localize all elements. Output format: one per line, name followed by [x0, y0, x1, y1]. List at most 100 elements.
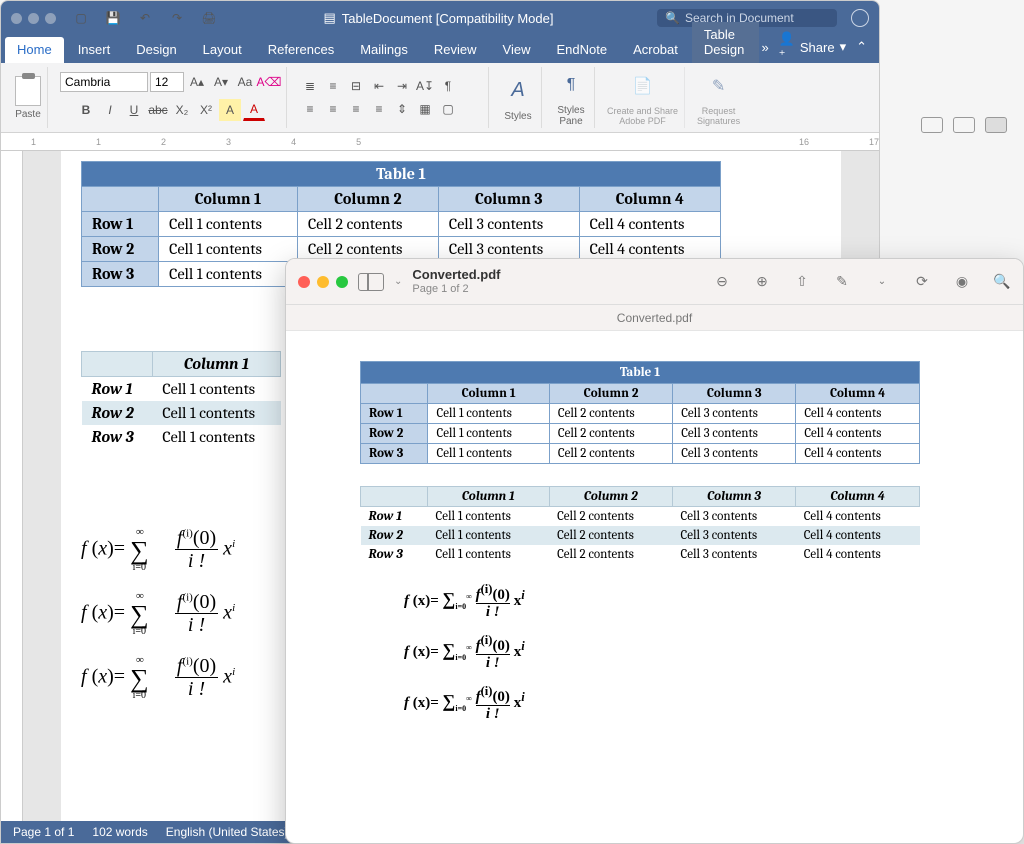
create-pdf-button[interactable]: 📄 [626, 69, 660, 103]
change-case-icon[interactable]: Aa [234, 71, 256, 93]
markup-icon[interactable]: ✎ [833, 273, 851, 291]
font-name-select[interactable] [60, 72, 148, 92]
share-button[interactable]: 👤⁺ Share ▾ [779, 31, 846, 63]
paragraph-group: ≣ ≡ ⊟ ⇤ ⇥ A↧ ¶ ≡ ≡ ≡ ≡ ⇕ ▦ ▢ [293, 67, 489, 128]
status-page[interactable]: Page 1 of 1 [13, 825, 74, 839]
tab-design[interactable]: Design [124, 37, 188, 63]
zoom-in-icon[interactable]: ⊕ [753, 273, 771, 291]
undo-icon[interactable]: ↶ [134, 7, 156, 29]
decrease-indent-icon[interactable]: ⇤ [368, 75, 390, 97]
tab-endnote[interactable]: EndNote [544, 37, 619, 63]
word-table-2[interactable]: Column 1 Row 1Cell 1 contents Row 2Cell … [81, 351, 281, 449]
preview-page-count: Page 1 of 2 [412, 283, 500, 296]
redo-icon[interactable]: ↷ [166, 7, 188, 29]
col-header: Column 3 [438, 187, 579, 212]
tab-overflow-icon[interactable]: » [761, 40, 768, 55]
line-spacing-icon[interactable]: ⇕ [391, 98, 413, 120]
tab-references[interactable]: References [256, 37, 346, 63]
strike-button[interactable]: abc [147, 99, 169, 121]
request-sig-button[interactable]: ✎ [702, 69, 736, 103]
tab-insert[interactable]: Insert [66, 37, 123, 63]
tab-mailings[interactable]: Mailings [348, 37, 420, 63]
chevron-down-icon[interactable]: ⌄ [873, 273, 891, 291]
window-controls[interactable] [11, 13, 56, 24]
bold-button[interactable]: B [75, 99, 97, 121]
styles-pane-button[interactable]: ¶ [554, 68, 588, 102]
tab-review[interactable]: Review [422, 37, 489, 63]
justify-icon[interactable]: ≡ [368, 98, 390, 120]
tab-home[interactable]: Home [5, 37, 64, 63]
request-sig-label: Request Signatures [697, 106, 740, 126]
align-center-icon[interactable]: ≡ [322, 98, 344, 120]
table-row: Row 3Cell 1 contentsCell 2 contentsCell … [361, 444, 920, 464]
superscript-button[interactable]: X² [195, 99, 217, 121]
col-header: Column 1 [159, 187, 298, 212]
paste-button[interactable] [15, 76, 41, 106]
chevron-down-icon: ▾ [840, 39, 847, 55]
styles-button[interactable]: A [501, 74, 535, 108]
underline-button[interactable]: U [123, 99, 145, 121]
word-ribbon-tabs: Home Insert Design Layout References Mai… [1, 35, 879, 63]
borders-icon[interactable]: ▢ [437, 98, 459, 120]
search-icon[interactable]: 🔍 [993, 273, 1011, 291]
zoom-out-icon[interactable]: ⊖ [713, 273, 731, 291]
shading-icon[interactable]: ▦ [414, 98, 436, 120]
pdf-table-2: Column 1Column 2Column 3Column 4 Row 1Ce… [360, 486, 920, 564]
increase-indent-icon[interactable]: ⇥ [391, 75, 413, 97]
pdf-equation: f (x)= ∑i=0∞ f(i)(0)i ! xi [404, 684, 949, 723]
status-language[interactable]: English (United States) [166, 825, 289, 839]
table-row: Row 1Cell 1 contents [82, 377, 281, 402]
create-pdf-label: Create and Share Adobe PDF [607, 106, 678, 126]
column-view-icon[interactable] [985, 117, 1007, 133]
styles-pane-label: Styles Pane [557, 105, 584, 127]
table-row: Row 1Cell 1 contentsCell 2 contentsCell … [82, 212, 721, 237]
tab-table-design[interactable]: Table Design [692, 22, 760, 63]
autosave-icon[interactable]: ▢ [70, 7, 92, 29]
tab-view[interactable]: View [491, 37, 543, 63]
preview-tab[interactable]: Converted.pdf [286, 305, 1023, 331]
share-icon: 👤⁺ [779, 31, 795, 63]
vertical-ruler[interactable] [1, 151, 23, 823]
list-view-icon[interactable] [953, 117, 975, 133]
tab-acrobat[interactable]: Acrobat [621, 37, 690, 63]
table-title: Table 1 [361, 362, 920, 384]
status-words[interactable]: 102 words [92, 825, 147, 839]
preview-title: Converted.pdf [412, 267, 500, 283]
highlight-icon[interactable]: ◉ [953, 273, 971, 291]
multilevel-icon[interactable]: ⊟ [345, 75, 367, 97]
background-sidebar [904, 110, 1024, 140]
signatures-group: ✎ Request Signatures [691, 67, 746, 128]
share-icon[interactable]: ⇧ [793, 273, 811, 291]
grid-view-icon[interactable] [921, 117, 943, 133]
save-icon[interactable]: 💾 [102, 7, 124, 29]
subscript-button[interactable]: X₂ [171, 99, 193, 121]
font-group: A▴ A▾ Aa A⌫ B I U abc X₂ X² A A [54, 67, 287, 128]
decrease-font-icon[interactable]: A▾ [210, 71, 232, 93]
font-color-button[interactable]: A [243, 99, 265, 121]
sort-icon[interactable]: A↧ [414, 75, 436, 97]
window-controls[interactable] [298, 276, 348, 288]
print-icon[interactable]: 🖨 [198, 7, 220, 29]
bullets-icon[interactable]: ≣ [299, 75, 321, 97]
show-marks-icon[interactable]: ¶ [437, 75, 459, 97]
table-row: Row 2Cell 1 contentsCell 2 contentsCell … [361, 526, 920, 545]
horizontal-ruler[interactable]: 11 23 45 1617 [1, 133, 879, 151]
styles-pane-group: ¶ Styles Pane [548, 67, 595, 128]
rotate-icon[interactable]: ⟳ [913, 273, 931, 291]
clear-format-icon[interactable]: A⌫ [258, 71, 280, 93]
account-icon[interactable] [851, 9, 869, 27]
styles-label: Styles [504, 111, 531, 122]
highlight-button[interactable]: A [219, 99, 241, 121]
increase-font-icon[interactable]: A▴ [186, 71, 208, 93]
pdf-page[interactable]: Table 1 Column 1Column 2Column 3Column 4… [286, 331, 1023, 843]
align-right-icon[interactable]: ≡ [345, 98, 367, 120]
font-size-select[interactable] [150, 72, 184, 92]
table-row: Row 2Cell 1 contents [82, 401, 281, 425]
italic-button[interactable]: I [99, 99, 121, 121]
numbering-icon[interactable]: ≡ [322, 75, 344, 97]
chevron-down-icon[interactable]: ⌄ [394, 276, 402, 287]
collapse-ribbon-icon[interactable]: ⌃ [856, 39, 867, 55]
align-left-icon[interactable]: ≡ [299, 98, 321, 120]
sidebar-toggle-icon[interactable] [358, 273, 384, 291]
tab-layout[interactable]: Layout [191, 37, 254, 63]
